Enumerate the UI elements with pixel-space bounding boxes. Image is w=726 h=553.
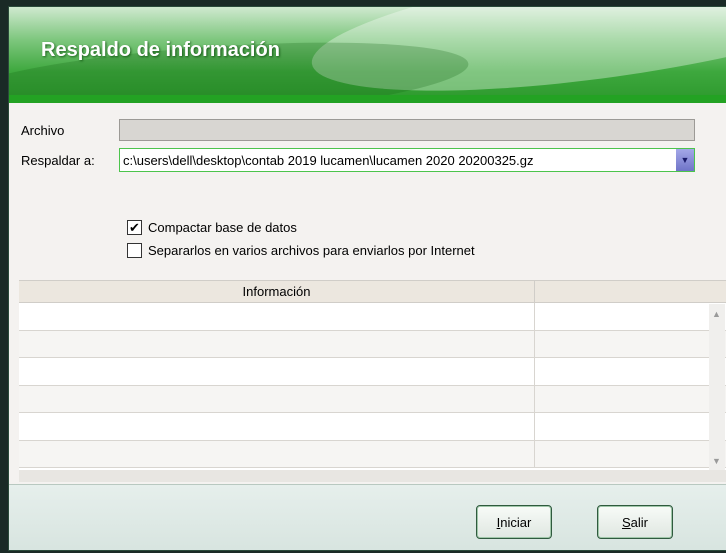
table-cell	[19, 358, 535, 385]
salir-mnemonic: S	[621, 514, 631, 530]
grid-header: Información	[19, 281, 726, 303]
table-cell	[535, 441, 713, 468]
dialog-header: Respaldo de información	[9, 7, 726, 99]
column-header-blank[interactable]	[535, 281, 726, 302]
table-cell	[19, 330, 535, 357]
respaldar-input[interactable]: c:\users\dell\desktop\contab 2019 lucame…	[120, 153, 676, 168]
table-cell	[535, 358, 713, 385]
table-cell	[19, 385, 535, 412]
separar-option[interactable]: Separarlos en varios archivos para envia…	[127, 243, 475, 258]
table-cell	[535, 303, 713, 330]
column-header-informacion[interactable]: Información	[19, 281, 535, 302]
backup-dialog: Respaldo de información Archivo Respalda…	[8, 6, 726, 551]
dialog-title: Respaldo de información	[41, 39, 280, 61]
separar-checkbox[interactable]	[127, 243, 142, 258]
table-cell	[535, 331, 713, 358]
iniciar-label: niciar	[500, 514, 532, 530]
table-row[interactable]	[19, 330, 726, 358]
salir-label: alir	[630, 514, 648, 530]
table-row[interactable]	[19, 358, 726, 386]
table-row[interactable]	[19, 385, 726, 413]
table-row[interactable]	[19, 440, 726, 468]
scroll-up-icon[interactable]: ▲	[712, 309, 721, 319]
iniciar-button[interactable]: Iniciar	[476, 505, 552, 539]
respaldar-combobox[interactable]: c:\users\dell\desktop\contab 2019 lucame…	[119, 148, 695, 172]
horizontal-scrollbar[interactable]	[19, 470, 726, 482]
scroll-down-icon[interactable]: ▼	[712, 456, 721, 466]
table-row[interactable]	[19, 303, 726, 331]
table-cell	[19, 413, 535, 440]
table-row[interactable]	[19, 413, 726, 441]
archivo-field	[119, 119, 695, 141]
compactar-checkbox[interactable]: ✔	[127, 220, 142, 235]
info-grid[interactable]: Información ▲ ▼	[19, 280, 726, 471]
vertical-scrollbar[interactable]: ▲ ▼	[709, 304, 725, 471]
table-cell	[535, 386, 713, 413]
header-bar	[9, 95, 726, 103]
salir-button[interactable]: Salir	[597, 505, 673, 539]
archivo-label: Archivo	[21, 123, 65, 138]
table-cell	[19, 440, 535, 467]
separar-label: Separarlos en varios archivos para envia…	[148, 243, 475, 258]
dialog-footer: Iniciar Salir	[9, 484, 726, 550]
table-cell	[535, 413, 713, 440]
chevron-down-icon[interactable]: ▼	[676, 149, 694, 171]
respaldar-label: Respaldar a:	[21, 153, 95, 168]
compactar-option[interactable]: ✔ Compactar base de datos	[127, 220, 297, 235]
checkmark-icon: ✔	[129, 220, 140, 235]
table-cell	[19, 303, 535, 330]
compactar-label: Compactar base de datos	[148, 220, 297, 235]
